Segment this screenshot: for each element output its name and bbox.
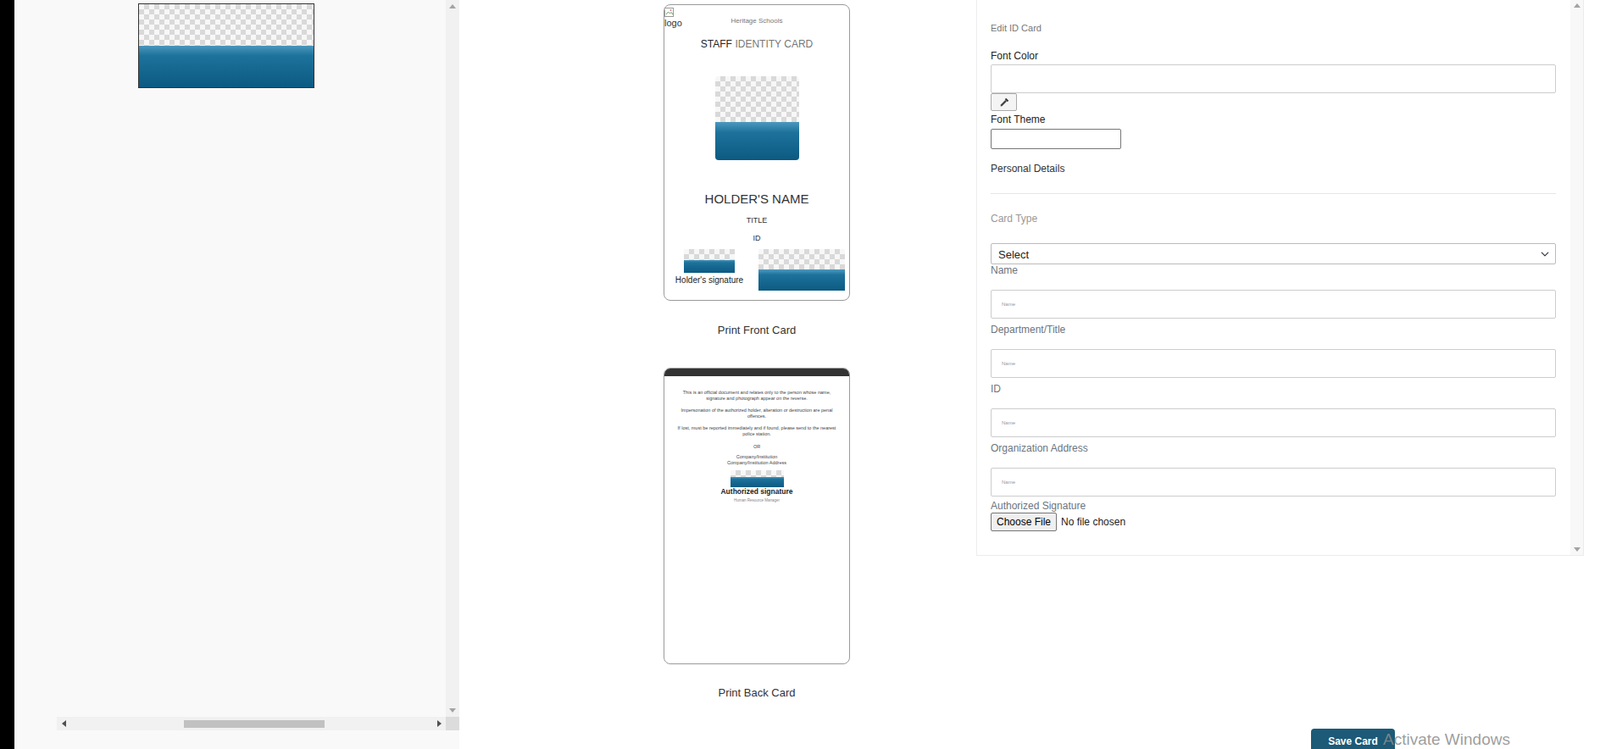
field-group: Name bbox=[990, 264, 1556, 319]
field-group: Organization Address bbox=[990, 442, 1556, 497]
background-thumbnail[interactable] bbox=[138, 3, 315, 89]
company-address: Company/Institution Address bbox=[676, 460, 838, 467]
holder-title: TITLE bbox=[664, 216, 850, 226]
card-type-select[interactable]: Select bbox=[990, 243, 1556, 265]
card-title: STAFFIDENTITY CARD bbox=[664, 38, 850, 50]
card-type-label: Card Type bbox=[990, 212, 1556, 225]
activation-watermark: Activate Windows bbox=[1383, 730, 1511, 749]
company-name: Company/Institution bbox=[676, 454, 838, 461]
holder-name: HOLDER'S NAME bbox=[664, 191, 850, 207]
font-color-input[interactable] bbox=[990, 64, 1556, 94]
field-input[interactable] bbox=[990, 349, 1556, 378]
font-theme-label: Font Theme bbox=[990, 113, 1556, 126]
authorized-signature-image bbox=[730, 470, 784, 488]
print-front-link[interactable]: Print Front Card bbox=[663, 323, 850, 338]
field-input[interactable] bbox=[990, 467, 1556, 497]
scroll-right-icon[interactable] bbox=[437, 720, 442, 728]
edit-panel: Edit ID Card Font Color Font Theme Perso… bbox=[976, 0, 1584, 556]
school-name: Heritage Schools bbox=[689, 5, 824, 34]
scroll-up-icon[interactable] bbox=[449, 4, 456, 9]
notice-text: If lost, must be reported immediately an… bbox=[676, 425, 838, 437]
eyedropper-icon bbox=[999, 97, 1010, 108]
front-card: logo Heritage Schools STAFFIDENTITY CARD… bbox=[663, 4, 850, 301]
horizontal-scrollbar[interactable] bbox=[56, 716, 460, 731]
card-title-rest: IDENTITY CARD bbox=[734, 38, 813, 50]
scroll-thumb[interactable] bbox=[183, 720, 325, 728]
font-color-label: Font Color bbox=[990, 50, 1556, 62]
scroll-up-icon[interactable] bbox=[1573, 3, 1581, 8]
signer-title: Human Resource Manager bbox=[676, 498, 838, 504]
or-text: OR bbox=[676, 444, 838, 450]
field-label: Name bbox=[990, 264, 1556, 277]
card-code-image bbox=[758, 249, 845, 291]
notice-text: This is an official document and relates… bbox=[676, 389, 838, 401]
field-group: Department/Title bbox=[990, 323, 1556, 378]
authorized-signature-label: Authorized signature bbox=[676, 487, 838, 496]
file-status: No file chosen bbox=[1061, 514, 1126, 530]
holder-photo bbox=[715, 76, 800, 161]
section-title: Personal Details bbox=[990, 162, 1556, 175]
holder-id: ID bbox=[664, 233, 850, 244]
field-label: Department/Title bbox=[990, 323, 1556, 336]
field-input[interactable] bbox=[990, 289, 1556, 319]
field-input[interactable] bbox=[990, 408, 1556, 438]
card-title-bold: STAFF bbox=[700, 38, 733, 50]
logo-image: logo bbox=[664, 5, 690, 34]
scroll-down-icon[interactable] bbox=[449, 708, 456, 713]
eyedropper-button[interactable] bbox=[990, 93, 1017, 112]
panel-heading: Edit ID Card bbox=[990, 22, 1556, 34]
authorized-signature-field-label: Authorized Signature bbox=[990, 500, 1556, 512]
print-back-link[interactable]: Print Back Card bbox=[663, 686, 850, 700]
window-edge bbox=[0, 0, 15, 749]
vertical-scrollbar[interactable] bbox=[445, 0, 460, 717]
field-group: ID bbox=[990, 383, 1556, 438]
panel-scrollbar[interactable] bbox=[1570, 0, 1584, 556]
save-button[interactable]: Save Card bbox=[1311, 728, 1395, 749]
preview-pane bbox=[14, 0, 460, 749]
scroll-down-icon[interactable] bbox=[1573, 547, 1581, 552]
logo-alt-text: logo bbox=[664, 17, 690, 28]
field-label: Organization Address bbox=[990, 442, 1556, 455]
choose-file-button[interactable]: Choose File bbox=[990, 512, 1057, 532]
broken-image-icon bbox=[664, 7, 675, 18]
field-label: ID bbox=[990, 383, 1556, 395]
font-theme-input[interactable] bbox=[990, 128, 1122, 150]
holder-signature-label: Holder's signature bbox=[675, 275, 744, 286]
holder-signature-image bbox=[683, 249, 735, 273]
back-card: This is an official document and relates… bbox=[663, 367, 850, 665]
scroll-left-icon[interactable] bbox=[61, 720, 67, 728]
notice-text: Impersonation of the authorized holder, … bbox=[676, 407, 838, 419]
